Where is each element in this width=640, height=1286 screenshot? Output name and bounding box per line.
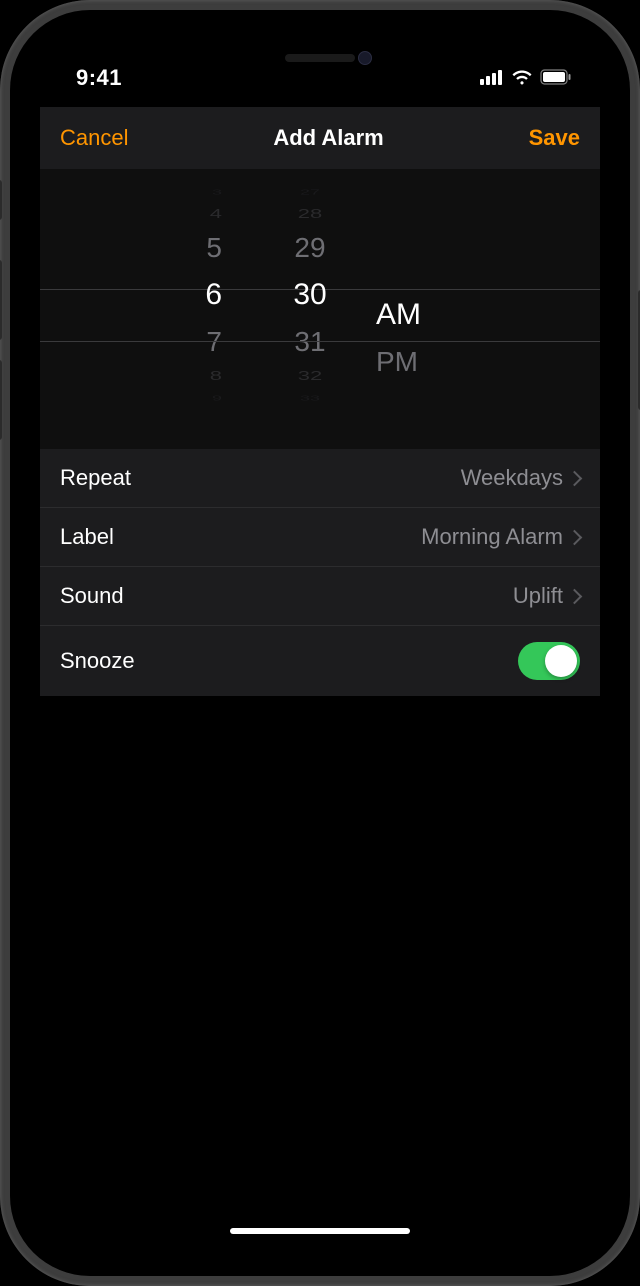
picker-item-selected[interactable]: AM <box>376 289 421 341</box>
battery-icon <box>540 65 572 91</box>
picker-item-selected[interactable]: 30 <box>293 269 326 321</box>
page-title: Add Alarm <box>273 125 383 151</box>
front-camera <box>358 51 372 65</box>
settings-list: Repeat Weekdays Label Morning Alarm <box>40 449 600 696</box>
picker-item[interactable]: 31 <box>294 321 325 363</box>
row-value: Weekdays <box>461 465 563 491</box>
snooze-row: Snooze <box>40 626 600 696</box>
picker-item[interactable]: 7 <box>206 321 222 363</box>
picker-item[interactable]: 32 <box>298 368 322 384</box>
status-time: 9:41 <box>76 65 122 91</box>
row-label: Repeat <box>60 465 131 491</box>
silent-switch[interactable] <box>0 180 2 220</box>
repeat-row[interactable]: Repeat Weekdays <box>40 449 600 508</box>
row-value: Morning Alarm <box>421 524 563 550</box>
minute-picker[interactable]: 27 28 29 30 31 32 33 <box>260 183 360 449</box>
snooze-toggle[interactable] <box>518 642 580 680</box>
hour-picker[interactable]: 3 4 5 6 7 8 9 <box>160 183 260 449</box>
picker-item[interactable]: 9 <box>212 394 222 401</box>
sound-row[interactable]: Sound Uplift <box>40 567 600 626</box>
volume-up-button[interactable] <box>0 260 2 340</box>
row-label: Label <box>60 524 114 550</box>
picker-item[interactable]: 29 <box>294 227 325 269</box>
picker-item[interactable]: 4 <box>210 206 222 222</box>
picker-item-selected[interactable]: 6 <box>205 269 222 321</box>
label-row[interactable]: Label Morning Alarm <box>40 508 600 567</box>
save-button[interactable]: Save <box>529 125 580 151</box>
time-picker[interactable]: 3 4 5 6 7 8 9 27 28 29 30 31 32 <box>40 169 600 449</box>
wifi-icon <box>511 65 533 91</box>
picker-item[interactable]: 8 <box>210 368 222 384</box>
picker-item[interactable]: 28 <box>298 206 322 222</box>
row-label: Sound <box>60 583 124 609</box>
picker-item[interactable]: PM <box>376 341 418 383</box>
picker-item[interactable]: 3 <box>212 188 222 195</box>
phone-frame: 9:41 Cancel Add <box>0 0 640 1286</box>
cancel-button[interactable]: Cancel <box>60 125 128 151</box>
picker-item[interactable]: 33 <box>300 394 320 401</box>
speaker <box>285 54 355 62</box>
home-indicator[interactable] <box>230 1228 410 1234</box>
ampm-picker[interactable]: AM PM <box>360 183 480 449</box>
row-label: Snooze <box>60 648 135 674</box>
picker-item[interactable]: 5 <box>206 227 222 269</box>
nav-bar: Cancel Add Alarm Save <box>40 107 600 169</box>
volume-down-button[interactable] <box>0 360 2 440</box>
chevron-right-icon <box>567 470 583 486</box>
chevron-right-icon <box>567 588 583 604</box>
picker-item[interactable]: 27 <box>300 188 320 195</box>
cellular-icon <box>480 65 504 91</box>
row-value: Uplift <box>513 583 563 609</box>
chevron-right-icon <box>567 529 583 545</box>
